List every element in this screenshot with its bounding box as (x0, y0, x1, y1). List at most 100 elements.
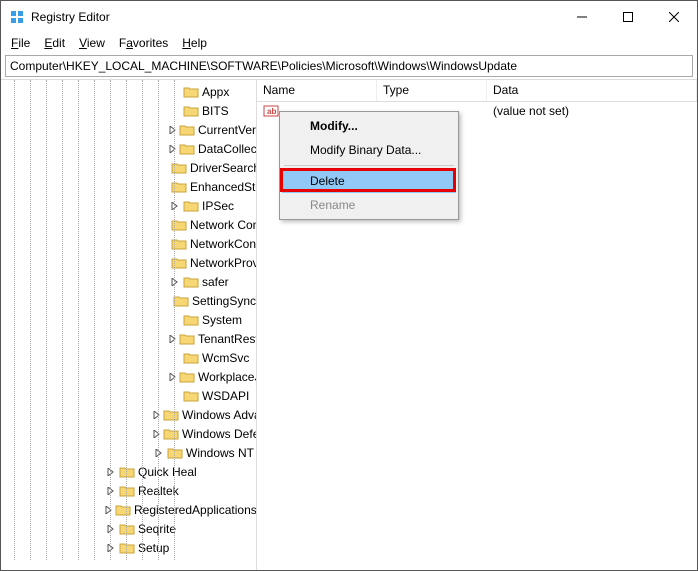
tree-item[interactable]: DriverSearching (1, 158, 256, 177)
tree-item-label: System (202, 313, 242, 327)
tree-pane[interactable]: Appx BITS CurrentVersion DataCollection Driv… (1, 80, 257, 570)
expand-icon[interactable] (105, 504, 113, 516)
col-header-name[interactable]: Name (257, 80, 377, 101)
minimize-button[interactable] (559, 1, 605, 33)
ctx-separator (284, 165, 454, 166)
tree-item-label: TenantRestrictions (198, 332, 257, 346)
folder-icon (167, 446, 183, 460)
tree-item[interactable]: WSDAPI (1, 386, 256, 405)
value-cell-data: (value not set) (487, 103, 697, 119)
tree-item[interactable]: EnhancedStorageDevices (1, 177, 256, 196)
tree-item-label: CurrentVersion (198, 123, 257, 137)
maximize-button[interactable] (605, 1, 651, 33)
tree-item[interactable]: Windows Advanced Threat Protection (1, 405, 256, 424)
close-button[interactable] (651, 1, 697, 33)
tree-item[interactable]: Realtek (1, 481, 256, 500)
folder-icon (179, 370, 195, 384)
tree-item[interactable]: NetworkProvider (1, 253, 256, 272)
folder-icon (119, 522, 135, 536)
expand-icon[interactable] (105, 466, 117, 478)
expand-icon[interactable] (169, 200, 181, 212)
menu-file[interactable]: File (5, 35, 36, 51)
expand-icon[interactable] (153, 428, 161, 440)
tree-item[interactable]: WorkplaceJoin (1, 367, 256, 386)
folder-icon (183, 104, 199, 118)
folder-icon (179, 123, 195, 137)
folder-icon (183, 199, 199, 213)
tree-item-label: EnhancedStorageDevices (190, 180, 257, 194)
folder-icon (115, 503, 131, 517)
folder-icon (183, 389, 199, 403)
string-value-icon: ab (263, 104, 279, 118)
expand-spacer (169, 314, 181, 326)
folder-icon (119, 484, 135, 498)
expand-spacer (169, 295, 171, 307)
folder-icon (179, 332, 195, 346)
tree-item[interactable]: WcmSvc (1, 348, 256, 367)
app-icon (9, 9, 25, 25)
address-bar[interactable]: Computer\HKEY_LOCAL_MACHINE\SOFTWARE\Pol… (5, 55, 693, 77)
ctx-rename[interactable]: Rename (282, 193, 456, 217)
context-menu: Modify... Modify Binary Data... Delete R… (279, 111, 459, 220)
tree-item-label: Windows NT (186, 446, 254, 460)
svg-text:ab: ab (267, 107, 276, 116)
tree-item-label: safer (202, 275, 229, 289)
tree-item[interactable]: CurrentVersion (1, 120, 256, 139)
tree-item[interactable]: BITS (1, 101, 256, 120)
tree-item-label: Appx (202, 85, 229, 99)
menu-edit[interactable]: Edit (38, 35, 71, 51)
tree-item[interactable]: System (1, 310, 256, 329)
tree-item-label: Network Connections (190, 218, 257, 232)
folder-icon (119, 541, 135, 555)
folder-icon (163, 408, 179, 422)
tree-item-label: SettingSync (192, 294, 256, 308)
tree-item[interactable]: DataCollection (1, 139, 256, 158)
col-header-data[interactable]: Data (487, 80, 697, 101)
address-path: Computer\HKEY_LOCAL_MACHINE\SOFTWARE\Pol… (10, 59, 517, 73)
tree-item-label: WSDAPI (202, 389, 249, 403)
tree-item[interactable]: RegisteredApplications (1, 500, 256, 519)
tree-item[interactable]: NetworkConnectivityStatusIndicator (1, 234, 256, 253)
expand-spacer (169, 86, 181, 98)
menu-help[interactable]: Help (176, 35, 213, 51)
ctx-modify-binary[interactable]: Modify Binary Data... (282, 138, 456, 162)
expand-icon[interactable] (105, 542, 117, 554)
folder-icon (173, 294, 189, 308)
expand-icon[interactable] (105, 485, 117, 497)
window-title: Registry Editor (31, 10, 559, 24)
tree-item[interactable]: Appx (1, 82, 256, 101)
expand-icon[interactable] (169, 333, 177, 345)
tree-item-label: DataCollection (198, 142, 257, 156)
tree-item-label: RegisteredApplications (134, 503, 257, 517)
expand-icon[interactable] (153, 447, 165, 459)
menu-favorites[interactable]: Favorites (113, 35, 174, 51)
tree-item[interactable]: safer (1, 272, 256, 291)
tree-item[interactable]: Windows Defender (1, 424, 256, 443)
list-pane: Name Type Data ab (value not set) Modify… (257, 80, 697, 570)
col-header-type[interactable]: Type (377, 80, 487, 101)
tree-item[interactable]: Seqrite (1, 519, 256, 538)
expand-icon[interactable] (105, 523, 117, 535)
ctx-delete[interactable]: Delete (282, 169, 456, 193)
tree-item[interactable]: TenantRestrictions (1, 329, 256, 348)
registry-editor-window: Registry Editor File Edit View Favorites… (0, 0, 698, 571)
window-controls (559, 1, 697, 33)
tree-item[interactable]: Windows NT (1, 443, 256, 462)
tree-item[interactable]: Network Connections (1, 215, 256, 234)
list-header: Name Type Data (257, 80, 697, 102)
expand-icon[interactable] (169, 276, 181, 288)
ctx-modify[interactable]: Modify... (282, 114, 456, 138)
tree-item-label: Windows Advanced Threat Protection (182, 408, 257, 422)
expand-icon[interactable] (153, 409, 161, 421)
tree-item[interactable]: Setup (1, 538, 256, 557)
tree-item-label: Quick Heal (138, 465, 197, 479)
expand-icon[interactable] (169, 371, 177, 383)
tree-item[interactable]: SettingSync (1, 291, 256, 310)
folder-icon (179, 142, 195, 156)
expand-icon[interactable] (169, 143, 177, 155)
menu-view[interactable]: View (73, 35, 111, 51)
expand-spacer (169, 352, 181, 364)
expand-icon[interactable] (169, 124, 177, 136)
tree-item[interactable]: IPSec (1, 196, 256, 215)
tree-item[interactable]: Quick Heal (1, 462, 256, 481)
